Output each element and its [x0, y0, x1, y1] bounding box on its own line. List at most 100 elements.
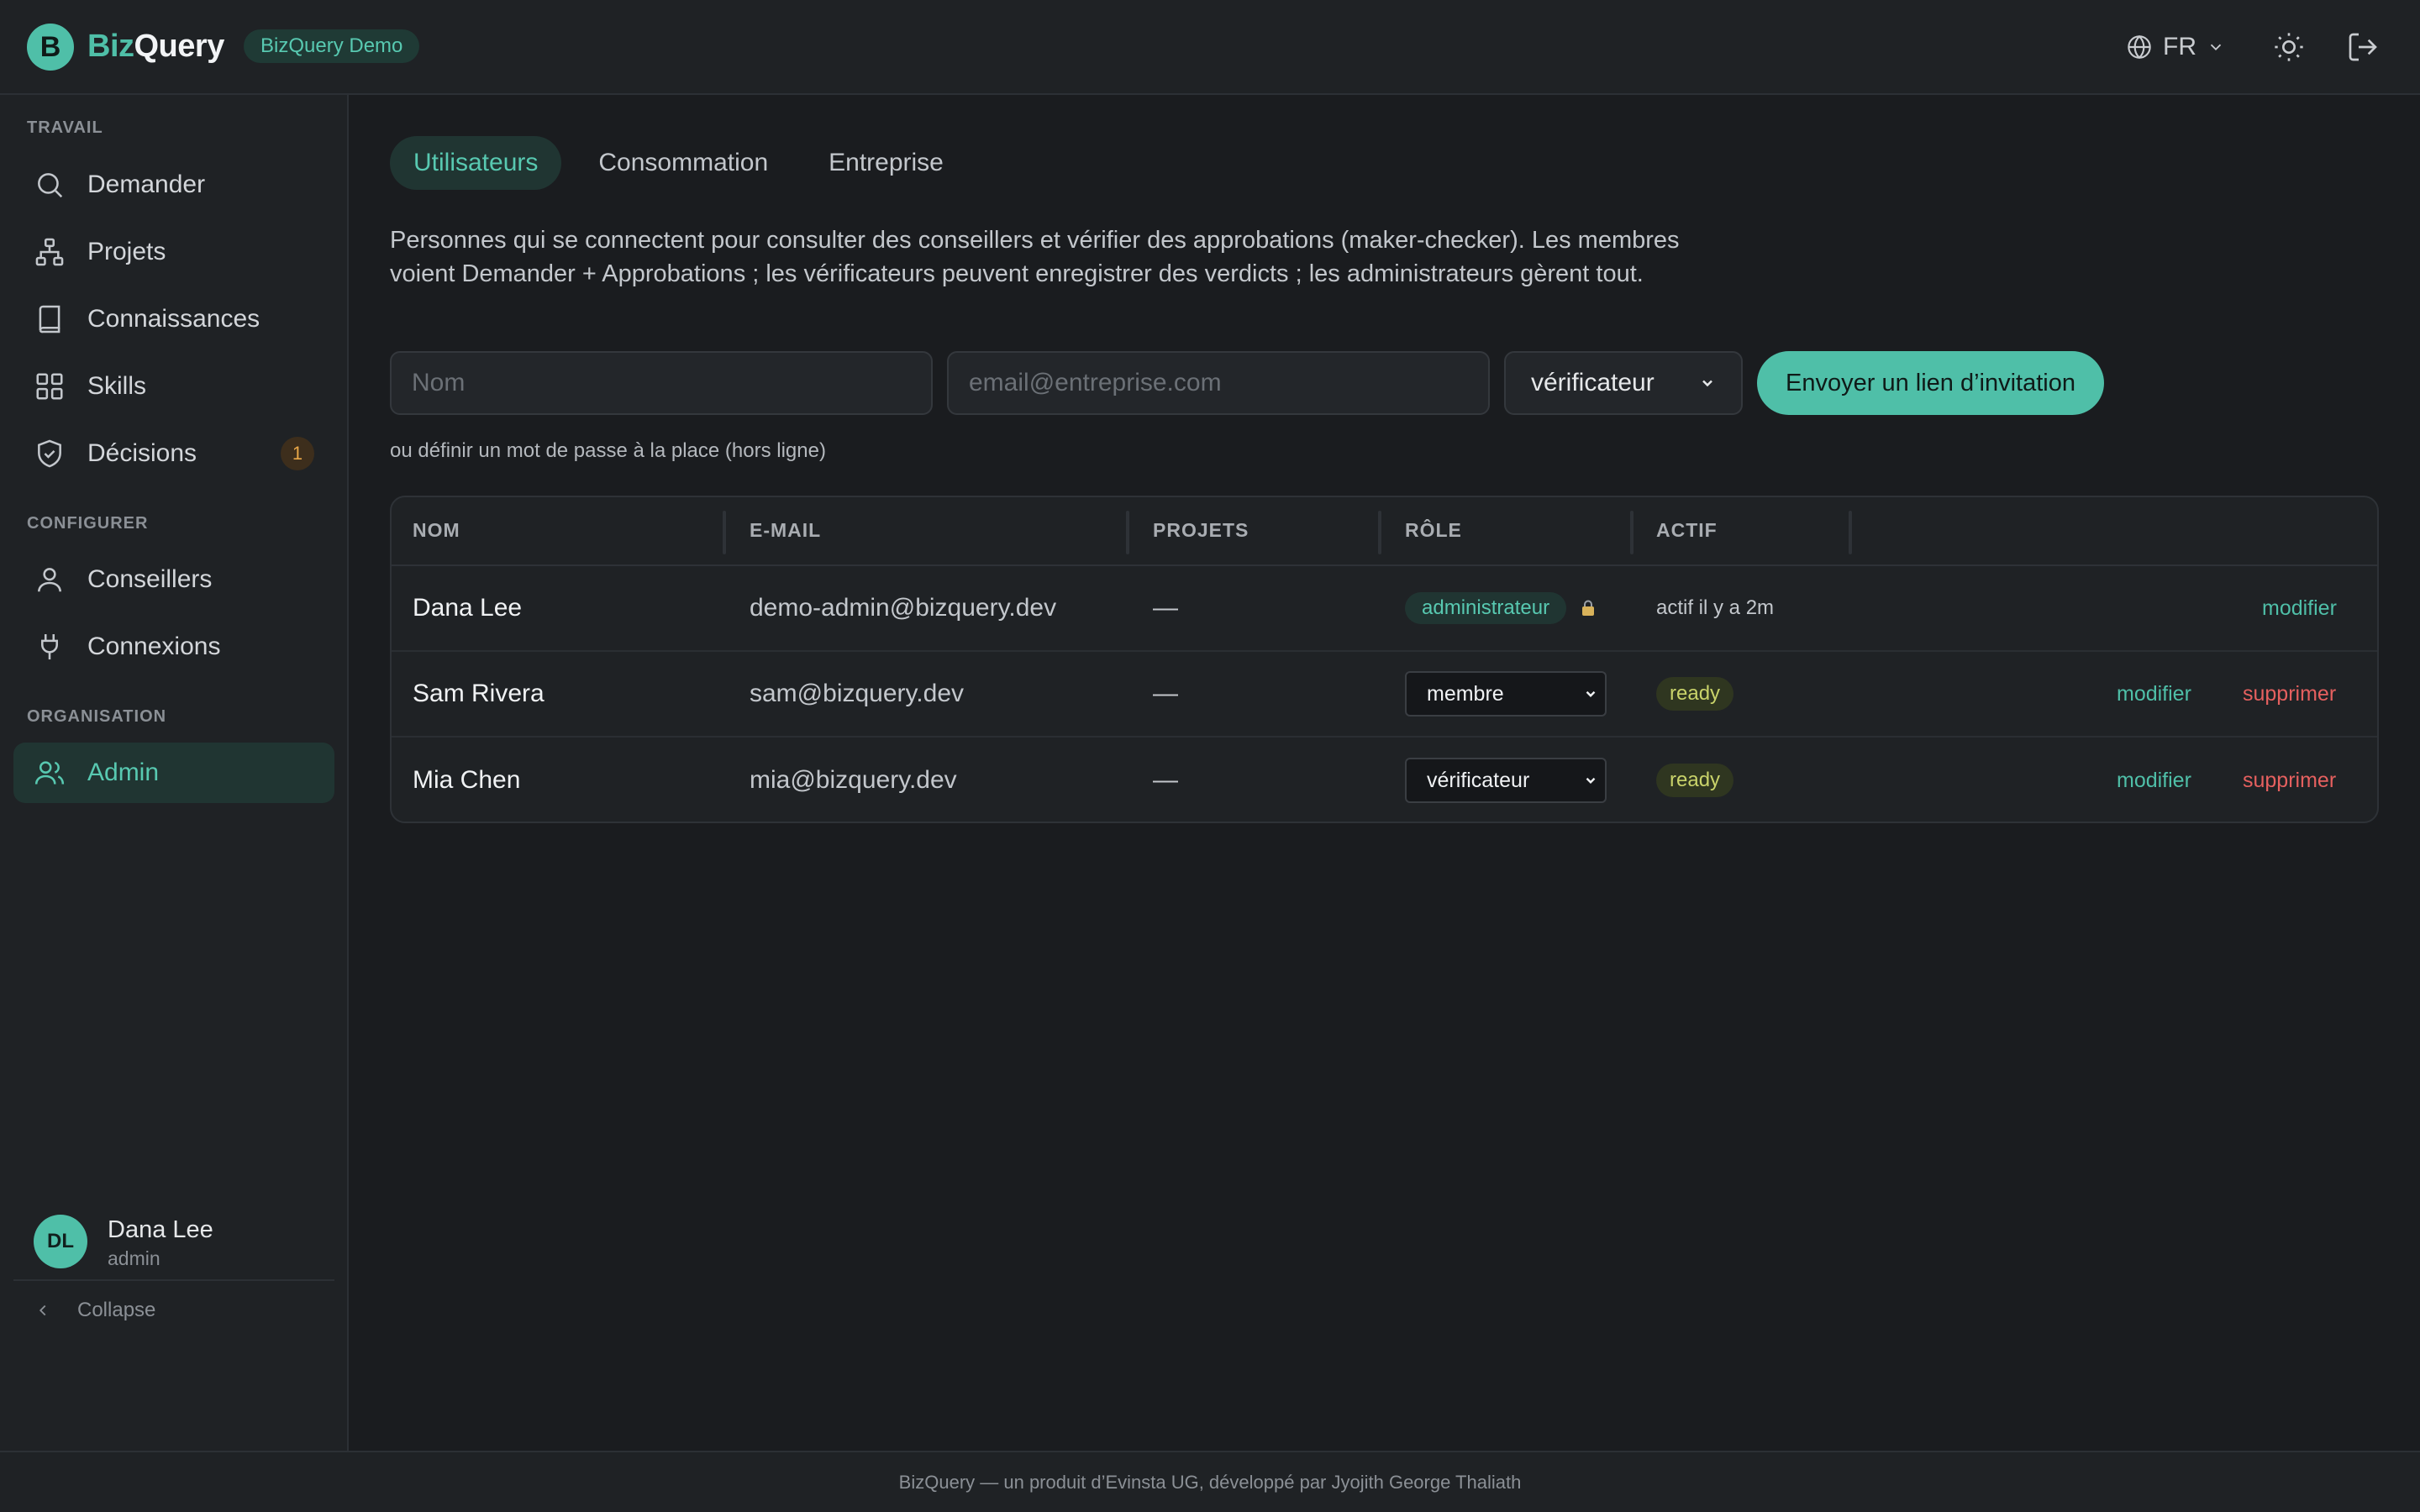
sun-icon [2275, 33, 2303, 61]
tab-users[interactable]: Utilisateurs [390, 136, 562, 190]
table-row: Dana Lee demo-admin@bizquery.dev — admin… [392, 566, 2377, 652]
status-badge: ready [1656, 764, 1734, 797]
invite-role-value: vérificateur [1531, 369, 1655, 396]
sidebar-item-label: Projets [87, 238, 166, 265]
user-projects-cell: — [1153, 680, 1178, 707]
user-email-cell: demo-admin@bizquery.dev [750, 594, 1057, 622]
book-icon [39, 305, 60, 333]
chevron-down-icon [1586, 690, 1596, 697]
decisions-count-badge: 1 [281, 437, 314, 470]
role-select[interactable]: vérificateur [1405, 758, 1607, 803]
users-table: NOM E-MAIL PROJETS RÔLE ACTIF Dana Lee d… [390, 496, 2379, 823]
column-resize-handle[interactable] [1378, 511, 1381, 554]
status-badge: ready [1656, 677, 1734, 711]
column-resize-handle[interactable] [1630, 511, 1634, 554]
tab-consumption[interactable]: Consommation [575, 136, 792, 190]
sidebar-item-label: Décisions [87, 439, 197, 467]
role-select-value: vérificateur [1427, 768, 1530, 792]
footer-text: BizQuery — un produit d’Evinsta UG, déve… [898, 1471, 1522, 1493]
user-name-cell: Dana Lee [413, 594, 523, 622]
brand-name-part1: Biz [87, 29, 134, 64]
modify-user-link[interactable]: modifier [2262, 566, 2337, 650]
delete-user-link[interactable]: supprimer [2243, 738, 2336, 822]
footer: BizQuery — un produit d’Evinsta UG, déve… [0, 1451, 2420, 1512]
last-active-text: actif il y a 2m [1656, 596, 1775, 619]
app-logo[interactable]: BizQuery [87, 29, 224, 65]
column-resize-handle[interactable] [1849, 511, 1852, 554]
chevron-down-icon [2210, 44, 2222, 51]
column-header-active[interactable]: ACTIF [1656, 519, 1718, 542]
section-label-organisation: ORGANISATION [27, 707, 167, 726]
chevron-left-icon [39, 1305, 46, 1316]
role-badge: administrateur [1405, 592, 1567, 624]
user-email-cell: sam@bizquery.dev [750, 680, 964, 707]
sidebar-item-label: Skills [87, 372, 147, 400]
avatar[interactable]: DL [34, 1215, 87, 1268]
grid-icon [36, 373, 63, 400]
plug-icon [41, 633, 58, 660]
sidebar-item-label: Conseillers [87, 565, 213, 593]
user-icon [38, 568, 61, 592]
collapse-sidebar-button[interactable]: Collapse [34, 1299, 155, 1322]
invite-role-select[interactable]: vérificateur [1504, 351, 1743, 415]
sidebar-item-advisors[interactable]: Conseillers [13, 549, 334, 610]
invite-form: vérificateur Envoyer un lien d’invitatio… [390, 351, 2104, 415]
section-label-work: TRAVAIL [27, 118, 103, 137]
role-select-value: membre [1427, 681, 1504, 706]
sidebar-item-connections[interactable]: Connexions [13, 617, 334, 677]
sidebar-divider [13, 1279, 334, 1281]
user-projects-cell: — [1153, 594, 1178, 622]
user-active-cell: actif il y a 2m [1656, 566, 1774, 650]
sidebar-item-admin[interactable]: Admin [13, 743, 334, 803]
column-header-projects[interactable]: PROJETS [1153, 519, 1249, 542]
column-header-name[interactable]: NOM [413, 519, 460, 542]
modify-user-link[interactable]: modifier [2117, 652, 2191, 736]
language-switcher[interactable]: FR [2126, 30, 2225, 64]
language-label: FR [2163, 33, 2196, 60]
sidebar-item-label: Admin [87, 759, 160, 786]
admin-tabs: Utilisateurs Consommation Entreprise [390, 136, 967, 190]
role-select[interactable]: membre [1405, 671, 1607, 717]
sidebar-item-decisions[interactable]: Décisions 1 [13, 423, 334, 484]
column-resize-handle[interactable] [723, 511, 726, 554]
globe-icon [2128, 34, 2151, 60]
sidebar-item-label: Demander [87, 171, 206, 198]
user-projects-cell: — [1153, 766, 1178, 794]
users-description: Personnes qui se connectent pour consult… [390, 227, 1680, 287]
demo-badge: BizQuery Demo [244, 29, 420, 63]
brand-name-part2: Query [134, 29, 225, 64]
table-row: Mia Chen mia@bizquery.dev — vérificateur… [392, 738, 2377, 822]
email-input[interactable] [947, 351, 1490, 415]
logout-button[interactable] [2346, 30, 2380, 64]
section-label-configure: CONFIGURER [27, 514, 149, 533]
column-header-role[interactable]: RÔLE [1405, 519, 1462, 542]
user-name-cell: Sam Rivera [413, 680, 544, 707]
lock-icon [1582, 600, 1595, 616]
column-header-email[interactable]: E-MAIL [750, 519, 821, 542]
theme-toggle-button[interactable] [2272, 30, 2306, 64]
name-input[interactable] [390, 351, 933, 415]
user-name-cell: Mia Chen [413, 766, 521, 794]
delete-user-link[interactable]: supprimer [2243, 652, 2336, 736]
collapse-label: Collapse [77, 1299, 156, 1321]
search-icon [38, 173, 63, 198]
table-header: NOM E-MAIL PROJETS RÔLE ACTIF [392, 497, 2377, 566]
sidebar-item-skills[interactable]: Skills [13, 356, 334, 417]
sidebar-item-label: Connaissances [87, 305, 260, 333]
modify-user-link[interactable]: modifier [2117, 738, 2191, 822]
send-invite-button[interactable]: Envoyer un lien d’invitation [1757, 351, 2104, 415]
top-bar: B BizQuery BizQuery Demo FR [0, 0, 2420, 95]
user-role-cell: administrateur [1405, 566, 1597, 650]
user-active-cell: ready [1656, 738, 1734, 822]
shield-check-icon [38, 439, 61, 468]
logo-mark: B [27, 24, 74, 71]
column-resize-handle[interactable] [1126, 511, 1129, 554]
user-name: Dana Lee [108, 1216, 213, 1243]
sidebar-item-projects[interactable]: Projets [13, 222, 334, 282]
sidebar-item-ask[interactable]: Demander [13, 155, 334, 215]
tab-company[interactable]: Entreprise [805, 136, 967, 190]
sitemap-icon [35, 238, 64, 266]
user-active-cell: ready [1656, 652, 1734, 736]
sidebar-item-knowledge[interactable]: Connaissances [13, 289, 334, 349]
set-password-link[interactable]: ou définir un mot de passe à la place (h… [390, 439, 826, 463]
